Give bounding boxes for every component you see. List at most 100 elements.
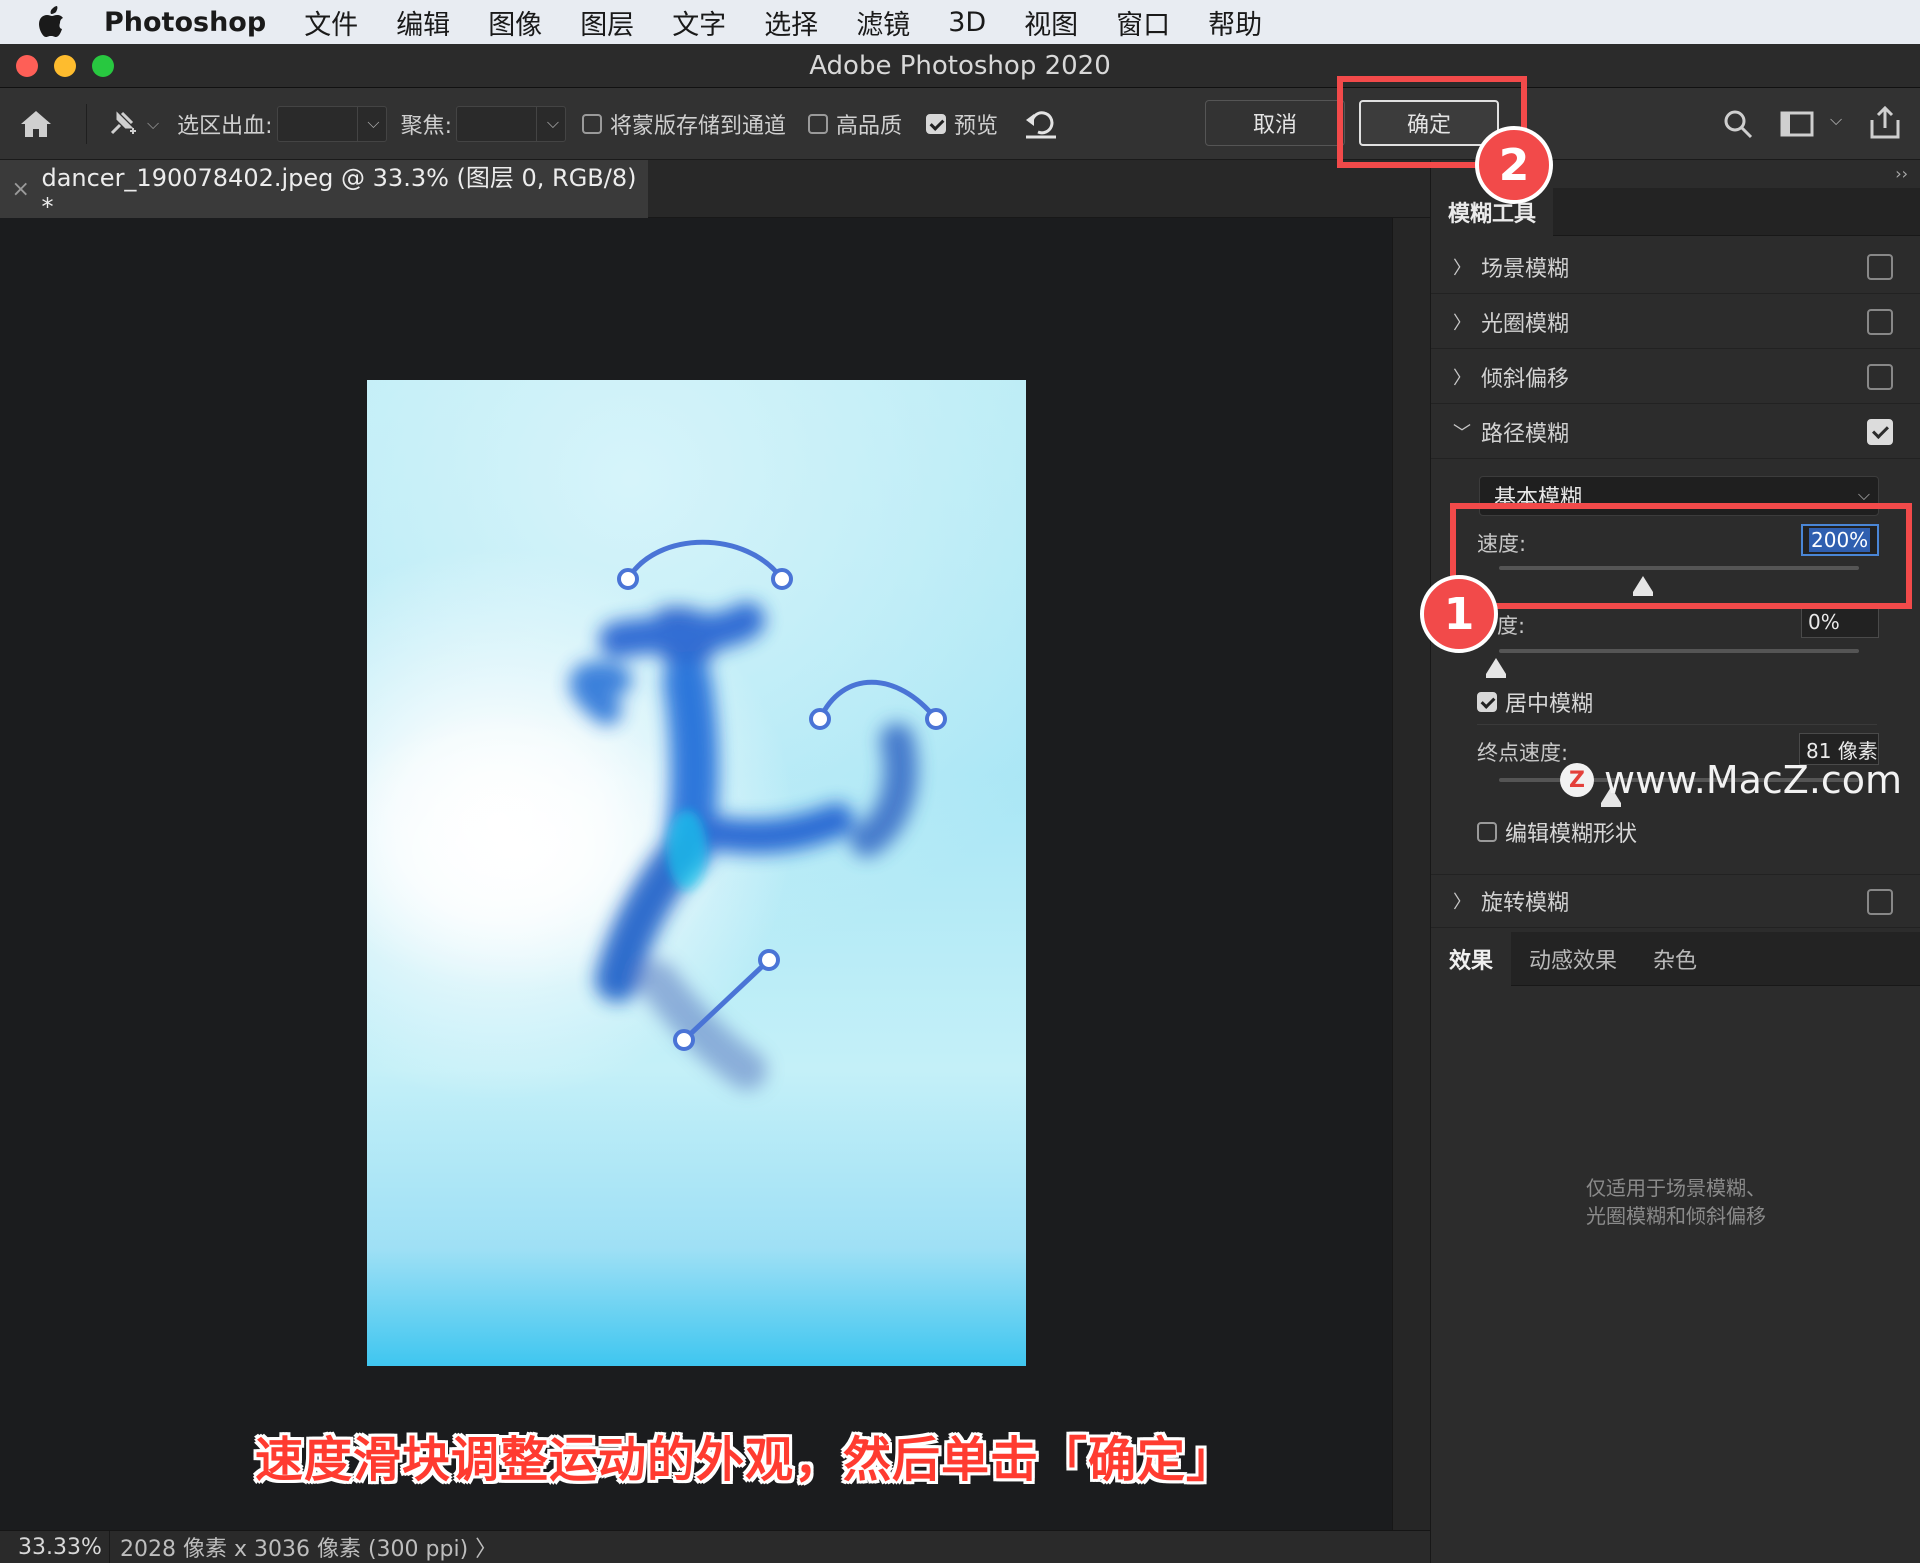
blur-label: 倾斜偏移 [1481, 366, 1570, 392]
menu-layer[interactable]: 图层 [580, 3, 634, 42]
vertical-scrollbar[interactable] [1392, 218, 1430, 1530]
menu-edit[interactable]: 编辑 [396, 3, 450, 42]
edit-blur-shapes-label: 编辑模糊形状 [1505, 822, 1638, 847]
blur-row-tilt-shift[interactable]: 〉 倾斜偏移 [1431, 350, 1920, 404]
collapse-panel-icon[interactable]: ›› [1895, 164, 1908, 183]
edit-blur-shapes-checkbox[interactable]: 编辑模糊形状 [1477, 816, 1637, 848]
end-speed-label: 终点速度: [1477, 741, 1569, 765]
menu-file[interactable]: 文件 [304, 3, 358, 42]
checkbox-box[interactable] [1477, 822, 1497, 842]
options-bar: ⌵ 选区出血: ⌵ 聚焦: ⌵ 将蒙版存储到通道 高品质 预览 取消 确定 ⌵ [0, 88, 1920, 160]
menu-select[interactable]: 选择 [764, 3, 818, 42]
chevron-down-icon: ⌵ [367, 112, 380, 132]
menu-window[interactable]: 窗口 [1116, 3, 1170, 42]
iris-blur-checkbox[interactable] [1867, 309, 1893, 335]
centered-blur-label: 居中模糊 [1505, 692, 1594, 717]
watermark: Z www.MacZ.com [1560, 758, 1902, 802]
taper-value: 0% [1808, 610, 1840, 634]
chevron-down-icon[interactable]: ﹀ [1453, 419, 1473, 445]
blur-tools-panel: ›› 模糊工具 〉 场景模糊 〉 光圈模糊 〉 倾斜偏移 ﹀ 路径模糊 基本模糊… [1430, 160, 1920, 1563]
chevron-down-icon: ⌵ [546, 112, 559, 132]
tab-motion-effects[interactable]: 动感效果 [1511, 932, 1635, 986]
cancel-button[interactable]: 取消 [1205, 100, 1345, 146]
step-badge-2: 2 [1475, 126, 1553, 204]
window-title: Adobe Photoshop 2020 [809, 50, 1111, 81]
blur-label: 旋转模糊 [1481, 891, 1570, 916]
menu-view[interactable]: 视图 [1024, 3, 1078, 42]
reset-icon[interactable] [1024, 108, 1058, 140]
taper-slider-thumb[interactable] [1486, 658, 1506, 678]
focus-field[interactable]: ⌵ [455, 105, 566, 142]
document-tab[interactable]: × dancer_190078402.jpeg @ 33.3% (图层 0, R… [0, 160, 648, 221]
preview-checkbox[interactable]: 预览 [926, 108, 998, 140]
watermark-logo-icon: Z [1560, 763, 1594, 797]
save-mask-checkbox[interactable]: 将蒙版存储到通道 [581, 108, 786, 140]
share-icon[interactable] [1868, 106, 1902, 140]
blur-row-spin-blur[interactable]: 〉 旋转模糊 [1431, 874, 1920, 928]
chevron-right-icon[interactable]: 〉 [1453, 364, 1473, 390]
macos-menu-bar: Photoshop 文件 编辑 图像 图层 文字 选择 滤镜 3D 视图 窗口 … [0, 0, 1920, 44]
menu-3d[interactable]: 3D [948, 7, 986, 38]
message-line: 仅适用于场景模糊、 [1586, 1176, 1766, 1200]
selection-bleed-label: 选区出血: [177, 113, 273, 139]
tab-effects[interactable]: 效果 [1431, 932, 1512, 986]
blurred-dancer-artwork [367, 539, 947, 1090]
divider [1477, 724, 1877, 725]
selection-bleed-field[interactable]: ⌵ [276, 105, 387, 142]
path-blur-guide[interactable] [617, 539, 793, 590]
chevron-right-icon[interactable]: 〉 [1453, 254, 1473, 280]
separator [86, 103, 87, 144]
chevron-down-icon: ⌵ [1857, 485, 1870, 504]
menu-help[interactable]: 帮助 [1208, 3, 1262, 42]
taper-slider-track[interactable] [1499, 649, 1859, 653]
apple-menu-icon[interactable] [20, 6, 82, 38]
app-menu[interactable]: Photoshop [104, 7, 266, 38]
minimize-window-button[interactable] [54, 54, 76, 77]
path-blur-checkbox[interactable] [1867, 419, 1893, 445]
checkbox-box[interactable] [808, 113, 828, 134]
zoom-level[interactable]: 33.33% [0, 1530, 110, 1563]
close-window-button[interactable] [16, 54, 38, 77]
tilt-shift-checkbox[interactable] [1867, 364, 1893, 390]
field-blur-checkbox[interactable] [1867, 254, 1893, 280]
blur-row-path-blur[interactable]: ﹀ 路径模糊 [1431, 405, 1920, 459]
focus-label: 聚焦: [400, 113, 452, 139]
watermark-text: www.MacZ.com [1604, 758, 1903, 802]
tool-preset-chevron-icon[interactable]: ⌵ [147, 114, 159, 134]
close-tab-icon[interactable]: × [0, 177, 41, 202]
highlight-speed-slider [1450, 503, 1912, 609]
step-badge-1: 1 [1420, 575, 1498, 653]
centered-blur-checkbox[interactable]: 居中模糊 [1477, 686, 1593, 718]
document-size[interactable]: 2028 像素 x 3036 像素 (300 ppi) 〉 [110, 1531, 497, 1563]
blur-row-iris-blur[interactable]: 〉 光圈模糊 [1431, 295, 1920, 349]
menu-filter[interactable]: 滤镜 [856, 3, 910, 42]
home-icon[interactable] [0, 109, 72, 139]
blur-label: 场景模糊 [1481, 256, 1570, 282]
document-image[interactable] [367, 380, 1026, 1366]
chevron-right-icon[interactable]: 〉 [1453, 888, 1473, 914]
blur-row-field-blur[interactable]: 〉 场景模糊 [1431, 240, 1920, 294]
window-controls [16, 54, 114, 77]
taper-value-field[interactable]: 0% [1801, 606, 1879, 638]
chevron-right-icon[interactable]: 〉 [1453, 309, 1473, 335]
tutorial-caption: 速度滑块调整运动的外观，然后单击「确定」 [254, 1432, 1235, 1488]
pin-tool-icon[interactable] [101, 107, 141, 141]
menu-image[interactable]: 图像 [488, 3, 542, 42]
search-icon[interactable] [1722, 108, 1754, 140]
checkbox-box[interactable] [1477, 692, 1497, 712]
save-mask-label: 将蒙版存储到通道 [609, 113, 786, 139]
path-blur-guide[interactable] [809, 679, 947, 730]
preview-label: 预览 [954, 113, 999, 139]
checkbox-box[interactable] [926, 113, 947, 134]
taper-label: 度: [1497, 614, 1526, 638]
high-quality-label: 高品质 [836, 113, 903, 139]
checkbox-box[interactable] [581, 113, 602, 134]
menu-type[interactable]: 文字 [672, 3, 726, 42]
workspace-icon[interactable] [1780, 110, 1814, 138]
spin-blur-checkbox[interactable] [1867, 889, 1893, 915]
zoom-window-button[interactable] [92, 54, 114, 77]
workspace-chevron-icon[interactable]: ⌵ [1830, 110, 1842, 130]
document-tab-title: dancer_190078402.jpeg @ 33.3% (图层 0, RGB… [41, 163, 637, 221]
tab-noise[interactable]: 杂色 [1635, 932, 1715, 986]
high-quality-checkbox[interactable]: 高品质 [808, 108, 902, 140]
